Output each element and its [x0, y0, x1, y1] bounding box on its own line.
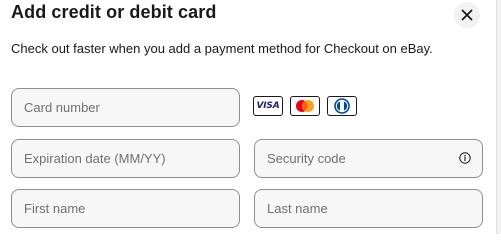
mastercard-logo — [290, 96, 320, 116]
diners-club-logo — [327, 96, 357, 116]
card-number-placeholder: Card number — [24, 100, 100, 115]
expiration-date-field[interactable]: Expiration date (MM/YY) — [11, 139, 240, 178]
close-icon — [461, 9, 473, 21]
info-icon[interactable] — [459, 152, 471, 164]
card-number-field[interactable]: Card number — [11, 88, 240, 127]
security-code-placeholder: Security code — [267, 151, 346, 166]
dialog-subtitle: Check out faster when you add a payment … — [11, 41, 433, 56]
visa-logo-text: VISA — [256, 101, 280, 111]
scrollbar[interactable] — [496, 0, 501, 234]
first-name-placeholder: First name — [24, 201, 86, 216]
diners-club-icon — [334, 98, 350, 114]
close-button[interactable] — [454, 2, 480, 28]
expiration-date-placeholder: Expiration date (MM/YY) — [24, 151, 166, 166]
first-name-field[interactable]: First name — [11, 189, 240, 228]
last-name-placeholder: Last name — [267, 201, 328, 216]
dialog-title: Add credit or debit card — [11, 2, 217, 22]
security-code-field[interactable]: Security code — [254, 139, 483, 178]
mastercard-icon — [296, 100, 314, 112]
last-name-field[interactable]: Last name — [254, 189, 483, 228]
visa-logo: VISA — [253, 96, 283, 116]
